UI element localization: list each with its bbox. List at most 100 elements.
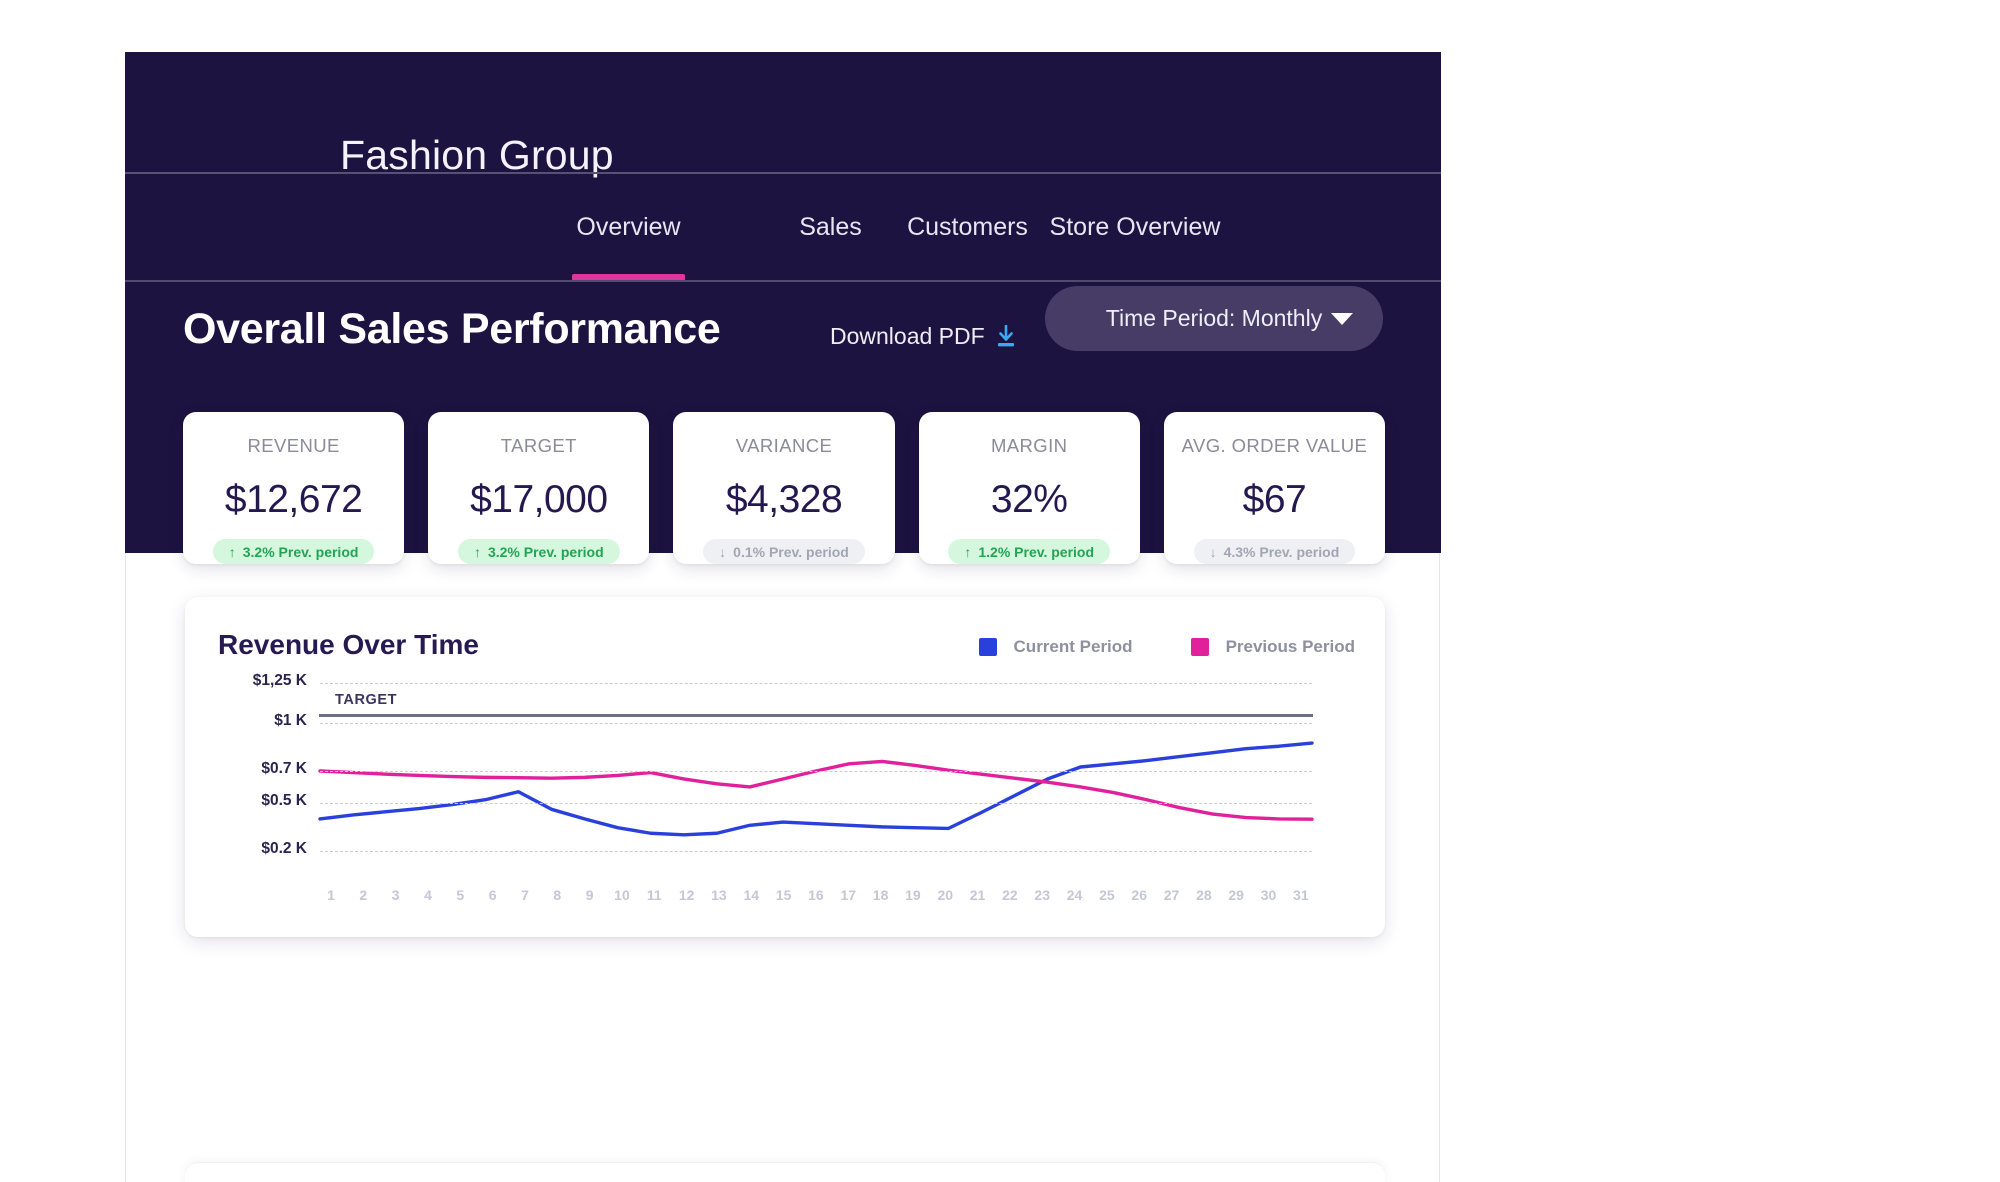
chart-legend: Current Period Previous Period xyxy=(979,637,1355,657)
kpi-delta-badge: ↑ 1.2% Prev. period xyxy=(948,539,1110,564)
chart-x-tick-label: 12 xyxy=(676,887,698,903)
kpi-delta-badge: ↓ 0.1% Prev. period xyxy=(703,539,865,564)
chart-x-tick-label: 5 xyxy=(449,887,471,903)
tab-overview-label: Overview xyxy=(576,213,680,242)
tab-customers-label: Customers xyxy=(907,213,1028,242)
kpi-card-row: REVENUE $12,672 ↑ 3.2% Prev. period TARG… xyxy=(183,412,1385,564)
chart-lines xyxy=(185,672,1385,922)
tab-sales-label: Sales xyxy=(799,213,862,242)
chart-gridline xyxy=(320,851,1312,852)
chevron-down-icon xyxy=(1331,313,1353,325)
chart-y-tick-label: $0.2 K xyxy=(197,840,307,858)
download-pdf-button[interactable]: Download PDF xyxy=(830,323,1017,350)
revenue-over-time-card: Revenue Over Time Current Period Previou… xyxy=(185,597,1385,937)
kpi-card-avg-order-value[interactable]: AVG. ORDER VALUE $67 ↓ 4.3% Prev. period xyxy=(1164,412,1385,564)
chart-x-tick-label: 25 xyxy=(1096,887,1118,903)
tab-store-overview-label: Store Overview xyxy=(1050,213,1221,242)
main-nav: Overview Sales Customers Store Overview xyxy=(125,174,1441,281)
tab-store-overview[interactable]: Store Overview xyxy=(1039,174,1231,281)
chart-x-tick-label: 24 xyxy=(1064,887,1086,903)
legend-swatch-icon xyxy=(979,638,997,656)
kpi-delta-text: 1.2% Prev. period xyxy=(978,544,1094,560)
chart-x-tick-label: 15 xyxy=(773,887,795,903)
chart-y-tick-label: $0.5 K xyxy=(197,792,307,810)
chart-x-tick-label: 6 xyxy=(482,887,504,903)
chart-y-tick-label: $1,25 K xyxy=(197,672,307,690)
chart-x-tick-label: 22 xyxy=(999,887,1021,903)
chart-x-tick-label: 8 xyxy=(546,887,568,903)
kpi-label: MARGIN xyxy=(991,435,1067,457)
download-icon xyxy=(995,325,1017,349)
tab-sales[interactable]: Sales xyxy=(782,174,879,281)
kpi-value: 32% xyxy=(991,478,1068,522)
chart-x-tick-label: 1 xyxy=(320,887,342,903)
chart-x-tick-label: 20 xyxy=(934,887,956,903)
kpi-delta-badge: ↑ 3.2% Prev. period xyxy=(458,539,620,564)
chart-x-tick-label: 11 xyxy=(643,887,665,903)
kpi-card-margin[interactable]: MARGIN 32% ↑ 1.2% Prev. period xyxy=(919,412,1140,564)
kpi-label: TARGET xyxy=(501,435,577,457)
chart-gridline xyxy=(320,803,1312,804)
chart-x-tick-label: 4 xyxy=(417,887,439,903)
kpi-delta-text: 4.3% Prev. period xyxy=(1224,544,1340,560)
chart-plot-area: TARGET 123456789101112131415161718192021… xyxy=(185,672,1385,922)
kpi-card-target[interactable]: TARGET $17,000 ↑ 3.2% Prev. period xyxy=(428,412,649,564)
trend-up-icon: ↑ xyxy=(964,545,971,559)
kpi-label: VARIANCE xyxy=(736,435,832,457)
chart-x-tick-label: 19 xyxy=(902,887,924,903)
chart-title: Revenue Over Time xyxy=(218,629,479,661)
chart-y-tick-label: $0.7 K xyxy=(197,760,307,778)
chart-x-tick-label: 29 xyxy=(1225,887,1247,903)
app-page: Fashion Group Overview Sales Customers S… xyxy=(0,0,2000,1182)
chart-gridline xyxy=(320,723,1312,724)
chart-x-tick-label: 28 xyxy=(1193,887,1215,903)
chart-x-tick-label: 2 xyxy=(352,887,374,903)
chart-x-tick-label: 16 xyxy=(805,887,827,903)
kpi-value: $12,672 xyxy=(225,478,362,522)
chart-x-tick-label: 3 xyxy=(385,887,407,903)
page-title: Overall Sales Performance xyxy=(183,305,720,354)
chart-x-tick-label: 18 xyxy=(870,887,892,903)
kpi-label: AVG. ORDER VALUE xyxy=(1182,435,1368,457)
tab-overview[interactable]: Overview xyxy=(572,174,685,281)
kpi-delta-text: 3.2% Prev. period xyxy=(243,544,359,560)
chart-x-tick-label: 14 xyxy=(740,887,762,903)
kpi-delta-text: 3.2% Prev. period xyxy=(488,544,604,560)
chart-x-tick-label: 27 xyxy=(1161,887,1183,903)
chart-gridline xyxy=(320,683,1312,684)
next-section-card xyxy=(185,1162,1385,1182)
time-period-label: Time Period: Monthly xyxy=(1106,305,1322,332)
kpi-label: REVENUE xyxy=(247,435,339,457)
chart-x-tick-label: 13 xyxy=(708,887,730,903)
kpi-card-variance[interactable]: VARIANCE $4,328 ↓ 0.1% Prev. period xyxy=(673,412,894,564)
chart-x-tick-label: 30 xyxy=(1258,887,1280,903)
download-pdf-label: Download PDF xyxy=(830,323,985,350)
chart-gridline xyxy=(320,771,1312,772)
kpi-value: $67 xyxy=(1243,478,1307,522)
trend-up-icon: ↑ xyxy=(229,545,236,559)
legend-item-current-period[interactable]: Current Period xyxy=(979,637,1133,657)
kpi-card-revenue[interactable]: REVENUE $12,672 ↑ 3.2% Prev. period xyxy=(183,412,404,564)
kpi-delta-badge: ↑ 3.2% Prev. period xyxy=(213,539,375,564)
kpi-value: $17,000 xyxy=(470,478,607,522)
chart-y-tick-label: $1 K xyxy=(197,712,307,730)
trend-down-icon: ↓ xyxy=(1210,545,1217,559)
chart-x-tick-label: 7 xyxy=(514,887,536,903)
time-period-dropdown[interactable]: Time Period: Monthly xyxy=(1045,286,1383,351)
chart-x-axis: 1234567891011121314151617181920212223242… xyxy=(320,887,1312,903)
chart-x-tick-label: 9 xyxy=(579,887,601,903)
chart-x-tick-label: 26 xyxy=(1128,887,1150,903)
chart-x-tick-label: 17 xyxy=(837,887,859,903)
legend-label: Previous Period xyxy=(1226,637,1355,657)
legend-swatch-icon xyxy=(1191,638,1209,656)
page-title-row: Overall Sales Performance Download PDF T… xyxy=(125,281,1441,401)
legend-item-previous-period[interactable]: Previous Period xyxy=(1191,637,1355,657)
kpi-delta-badge: ↓ 4.3% Prev. period xyxy=(1194,539,1356,564)
legend-label: Current Period xyxy=(1014,637,1133,657)
kpi-value: $4,328 xyxy=(726,478,842,522)
chart-x-tick-label: 31 xyxy=(1290,887,1312,903)
chart-x-tick-label: 21 xyxy=(967,887,989,903)
tab-customers[interactable]: Customers xyxy=(899,174,1036,281)
trend-up-icon: ↑ xyxy=(474,545,481,559)
chart-x-tick-label: 23 xyxy=(1031,887,1053,903)
